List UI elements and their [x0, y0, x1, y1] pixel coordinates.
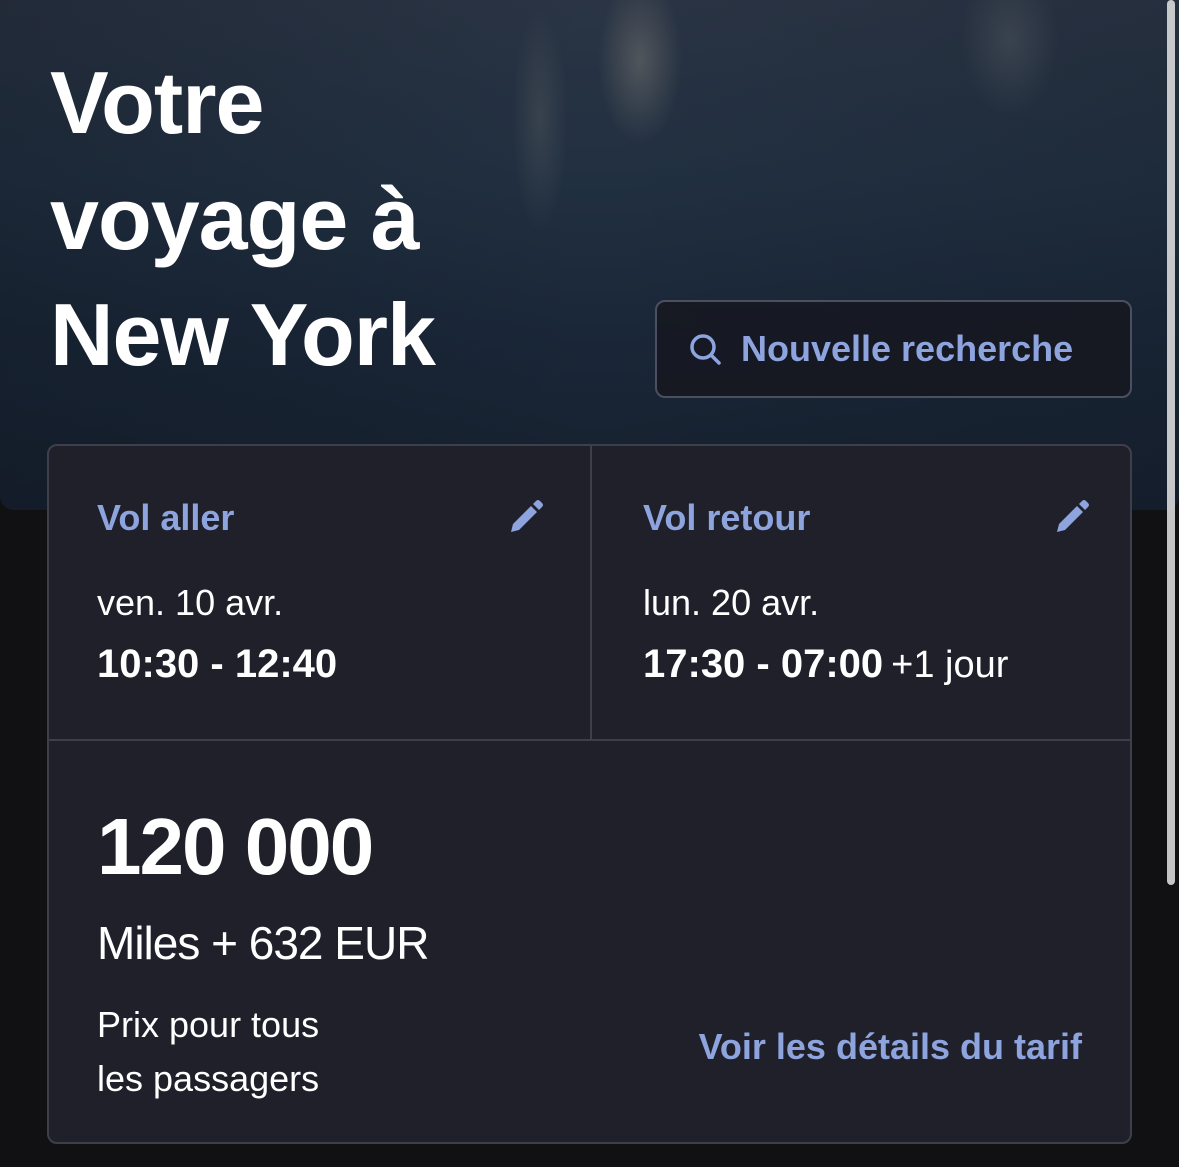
- return-flight-label: Vol retour: [643, 497, 811, 538]
- title-line-2: voyage à: [50, 169, 420, 268]
- return-flight-header: Vol retour: [643, 496, 1091, 540]
- return-time-range: 17:30 - 07:00: [643, 642, 884, 686]
- return-flight: Vol retour lun. 20 avr. 17:30 - 07:00 +1 …: [643, 446, 1091, 739]
- miles-plus-cash: Miles + 632 EUR: [97, 917, 429, 969]
- return-date: lun. 20 avr.: [643, 582, 820, 623]
- divider: [49, 739, 1130, 741]
- price-note-line-2: les passagers: [97, 1058, 320, 1099]
- divider: [590, 446, 592, 740]
- outbound-date: ven. 10 avr.: [97, 582, 284, 623]
- price-note-line-1: Prix pour tous: [97, 1004, 320, 1045]
- outbound-flight-label: Vol aller: [97, 497, 235, 538]
- miles-amount: 120 000: [97, 802, 374, 891]
- new-search-button[interactable]: Nouvelle recherche: [655, 300, 1132, 398]
- price-note: Prix pour tous les passagers: [97, 998, 457, 1106]
- next-day-indicator: +1 jour: [891, 644, 1009, 686]
- page-title: Votre voyage à New York: [50, 45, 610, 393]
- new-search-label: Nouvelle recherche: [741, 328, 1074, 369]
- outbound-flight: Vol aller ven. 10 avr. 10:30 - 12:40: [97, 446, 545, 739]
- return-times: 17:30 - 07:00 +1 jour: [643, 642, 1008, 687]
- outbound-flight-header: Vol aller: [97, 496, 545, 540]
- pencil-icon[interactable]: [1051, 498, 1091, 538]
- title-line-1: Votre: [50, 53, 264, 152]
- pencil-icon[interactable]: [505, 498, 545, 538]
- trip-summary-card: Vol aller ven. 10 avr. 10:30 - 12:40 Vol…: [47, 444, 1132, 1144]
- fare-details-link[interactable]: Voir les détails du tarif: [699, 1026, 1082, 1068]
- title-line-3: New York: [50, 285, 436, 384]
- search-icon: [690, 334, 721, 365]
- scrollbar[interactable]: [1167, 0, 1175, 885]
- outbound-times: 10:30 - 12:40: [97, 642, 338, 686]
